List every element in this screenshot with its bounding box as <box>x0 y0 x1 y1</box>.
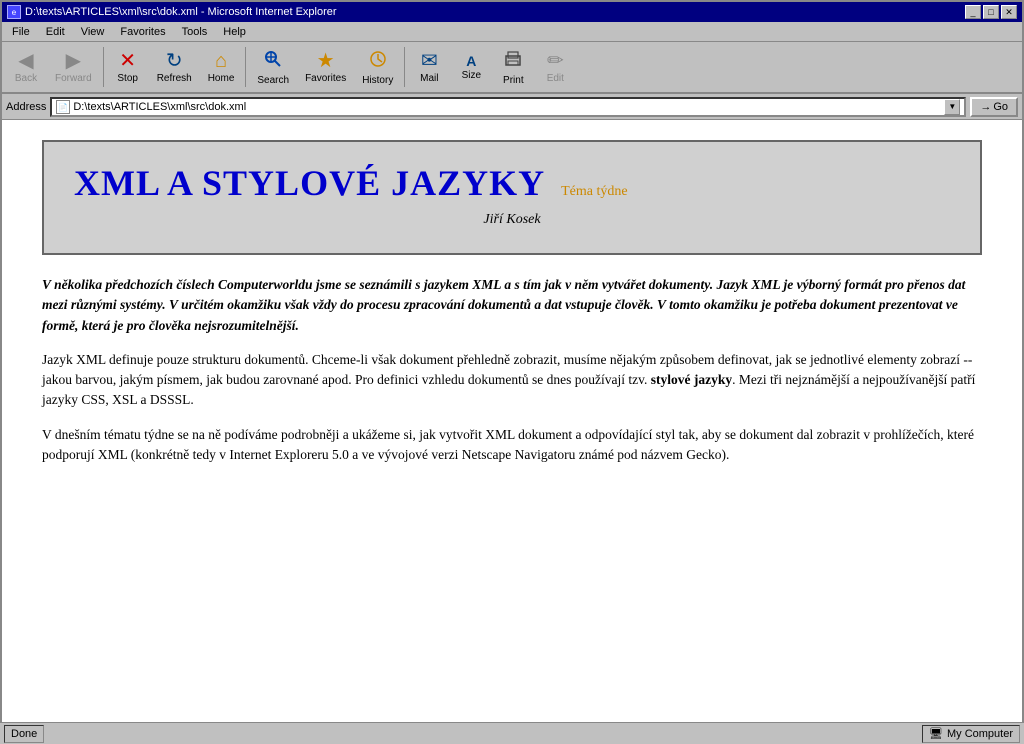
paragraph2-text: V dnešním tématu týdne se na ně podíváme… <box>42 427 974 462</box>
toolbar-sep-3 <box>404 47 405 87</box>
print-button[interactable]: Print <box>493 44 533 90</box>
toolbar-sep-1 <box>103 47 104 87</box>
forward-button[interactable]: ▶ Forward <box>48 44 99 90</box>
address-bar: Address 📄 ▼ → Go <box>2 94 1022 120</box>
menu-favorites[interactable]: Favorites <box>114 25 171 39</box>
stop-button[interactable]: ✕ Stop <box>108 44 148 90</box>
go-button[interactable]: → Go <box>970 97 1018 117</box>
history-label: History <box>362 75 393 86</box>
intro-paragraph: V několika předchozích číslech Computerw… <box>42 275 982 336</box>
back-icon: ◀ <box>18 51 33 71</box>
search-label: Search <box>257 75 289 86</box>
search-button[interactable]: Search <box>250 44 296 90</box>
header-author: Jiří Kosek <box>74 212 950 228</box>
intro-text: V několika předchozích číslech Computerw… <box>42 277 965 333</box>
header-title-row: XML A STYLOVÉ JAZYKY Téma týdne <box>74 162 950 204</box>
edit-label: Edit <box>547 73 564 84</box>
status-right: 🖥 My Computer <box>922 725 1020 743</box>
menu-tools[interactable]: Tools <box>176 25 214 39</box>
refresh-label: Refresh <box>157 73 192 84</box>
minimize-button[interactable]: _ <box>965 5 981 19</box>
go-arrow: → <box>980 101 991 113</box>
menu-view[interactable]: View <box>75 25 111 39</box>
go-label: Go <box>993 101 1008 113</box>
address-label: Address <box>6 101 46 113</box>
menu-bar: File Edit View Favorites Tools Help <box>2 22 1022 42</box>
back-button[interactable]: ◀ Back <box>6 44 46 90</box>
address-input[interactable] <box>73 101 941 113</box>
status-done: Done <box>4 725 44 743</box>
menu-help[interactable]: Help <box>217 25 252 39</box>
page-icon: 📄 <box>56 100 70 114</box>
history-icon <box>368 49 388 73</box>
size-button[interactable]: A Size <box>451 44 491 90</box>
edit-icon: ✏ <box>547 51 564 71</box>
toolbar-sep-2 <box>245 47 246 87</box>
paragraph1-bold: stylové jazyky <box>651 372 732 387</box>
close-button[interactable]: ✕ <box>1001 5 1017 19</box>
menu-file[interactable]: File <box>6 25 36 39</box>
header-box: XML A STYLOVÉ JAZYKY Téma týdne Jiří Kos… <box>42 140 982 255</box>
toolbar: ◀ Back ▶ Forward ✕ Stop ↻ Refresh ⌂ Home… <box>2 42 1022 94</box>
address-dropdown[interactable]: ▼ <box>944 99 960 115</box>
home-icon: ⌂ <box>215 51 227 71</box>
print-icon <box>503 49 523 73</box>
refresh-icon: ↻ <box>166 51 183 71</box>
stop-label: Stop <box>117 73 138 84</box>
content-area: XML A STYLOVÉ JAZYKY Téma týdne Jiří Kos… <box>2 120 1022 724</box>
size-label: Size <box>462 70 481 81</box>
stop-icon: ✕ <box>119 51 136 71</box>
favorites-button[interactable]: ★ Favorites <box>298 44 353 90</box>
ie-icon: e <box>7 5 21 19</box>
title-bar: e D:\texts\ARTICLES\xml\src\dok.xml - Mi… <box>2 2 1022 22</box>
zone-icon: 🖥 <box>929 727 943 740</box>
header-subtitle: Téma týdne <box>561 184 627 200</box>
zone-label: My Computer <box>947 728 1013 740</box>
window-title: D:\texts\ARTICLES\xml\src\dok.xml - Micr… <box>25 6 337 18</box>
search-icon <box>263 49 283 73</box>
favorites-icon: ★ <box>317 51 335 71</box>
status-text: Done <box>11 728 37 740</box>
status-bar: Done 🖥 My Computer <box>0 722 1024 744</box>
mail-button[interactable]: ✉ Mail <box>409 44 449 90</box>
mail-icon: ✉ <box>421 51 438 71</box>
body-paragraph-1: Jazyk XML definuje pouze strukturu dokum… <box>42 350 982 411</box>
history-button[interactable]: History <box>355 44 400 90</box>
title-bar-left: e D:\texts\ARTICLES\xml\src\dok.xml - Mi… <box>7 5 337 19</box>
forward-label: Forward <box>55 73 92 84</box>
header-title: XML A STYLOVÉ JAZYKY <box>74 162 545 204</box>
body-paragraph-2: V dnešním tématu týdne se na ně podíváme… <box>42 425 982 466</box>
print-label: Print <box>503 75 524 86</box>
home-button[interactable]: ⌂ Home <box>201 44 242 90</box>
favorites-label: Favorites <box>305 73 346 84</box>
maximize-button[interactable]: □ <box>983 5 999 19</box>
title-bar-buttons: _ □ ✕ <box>965 5 1017 19</box>
size-icon: A <box>466 54 476 68</box>
home-label: Home <box>208 73 235 84</box>
refresh-button[interactable]: ↻ Refresh <box>150 44 199 90</box>
back-label: Back <box>15 73 37 84</box>
menu-edit[interactable]: Edit <box>40 25 71 39</box>
edit-button[interactable]: ✏ Edit <box>535 44 575 90</box>
forward-icon: ▶ <box>66 51 81 71</box>
address-input-container: 📄 ▼ <box>50 97 966 117</box>
mail-label: Mail <box>420 73 438 84</box>
status-left: Done <box>4 725 44 743</box>
